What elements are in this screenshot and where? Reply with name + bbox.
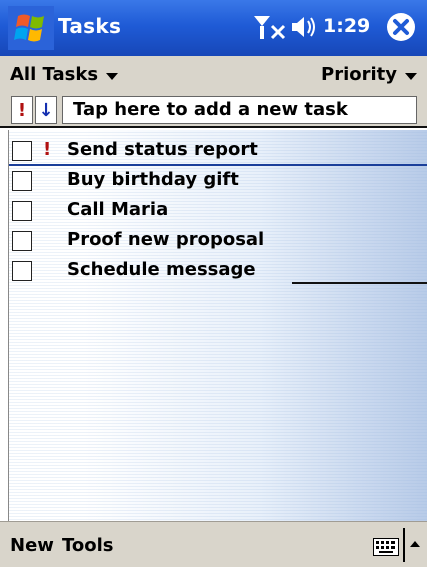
task-row[interactable]: Proof new proposal	[9, 226, 427, 256]
new-menu-button[interactable]: New	[10, 535, 54, 556]
task-label: Call Maria	[67, 199, 169, 220]
close-icon[interactable]	[385, 11, 417, 43]
category-filter-label: All Tasks	[10, 64, 99, 85]
task-checkbox[interactable]	[12, 171, 32, 191]
task-row[interactable]: ! Send status report	[9, 136, 427, 166]
signal-off-icon[interactable]	[252, 12, 288, 42]
row-divider	[292, 282, 427, 284]
task-checkbox[interactable]	[12, 261, 32, 281]
app-title: Tasks	[58, 14, 122, 38]
chevron-down-icon	[405, 72, 417, 80]
filter-sort-bar: All Tasks Priority	[0, 56, 427, 92]
sip-divider	[403, 528, 405, 562]
new-task-input[interactable]: Tap here to add a new task	[62, 96, 417, 124]
pocketpc-screen: Tasks 1:29 All Tasks Priority ! ↓ Tap he…	[0, 0, 427, 567]
task-row[interactable]: Call Maria	[9, 196, 427, 226]
low-priority-icon: ↓	[38, 99, 54, 121]
tools-menu-button[interactable]: Tools	[62, 535, 114, 556]
high-priority-icon: !	[17, 99, 27, 121]
priority-toggle-button[interactable]: !	[11, 96, 33, 124]
task-checkbox[interactable]	[12, 141, 32, 161]
chevron-down-icon	[106, 72, 119, 80]
volume-icon[interactable]	[290, 14, 318, 40]
task-label: Send status report	[67, 139, 258, 160]
sort-by-dropdown[interactable]: Priority	[321, 64, 417, 85]
task-checkbox[interactable]	[12, 231, 32, 251]
task-list[interactable]: ! Send status report Buy birthday gift C…	[8, 130, 427, 521]
task-label: Schedule message	[67, 259, 256, 280]
task-label: Buy birthday gift	[67, 169, 239, 190]
high-priority-icon: !	[43, 139, 52, 160]
chevron-up-icon[interactable]	[409, 538, 421, 550]
task-checkbox[interactable]	[12, 201, 32, 221]
category-filter-dropdown[interactable]: All Tasks	[10, 64, 119, 85]
task-entry-bar: ! ↓ Tap here to add a new task	[0, 92, 427, 128]
title-bar: Tasks 1:29	[0, 0, 427, 56]
task-row[interactable]: Buy birthday gift	[9, 166, 427, 196]
windows-flag-icon[interactable]	[8, 6, 54, 50]
menu-bar: New Tools	[0, 521, 427, 567]
keyboard-icon[interactable]	[373, 538, 399, 556]
task-label: Proof new proposal	[67, 229, 265, 250]
sort-by-label: Priority	[321, 64, 397, 85]
low-priority-button[interactable]: ↓	[35, 96, 57, 124]
clock[interactable]: 1:29	[323, 15, 370, 37]
